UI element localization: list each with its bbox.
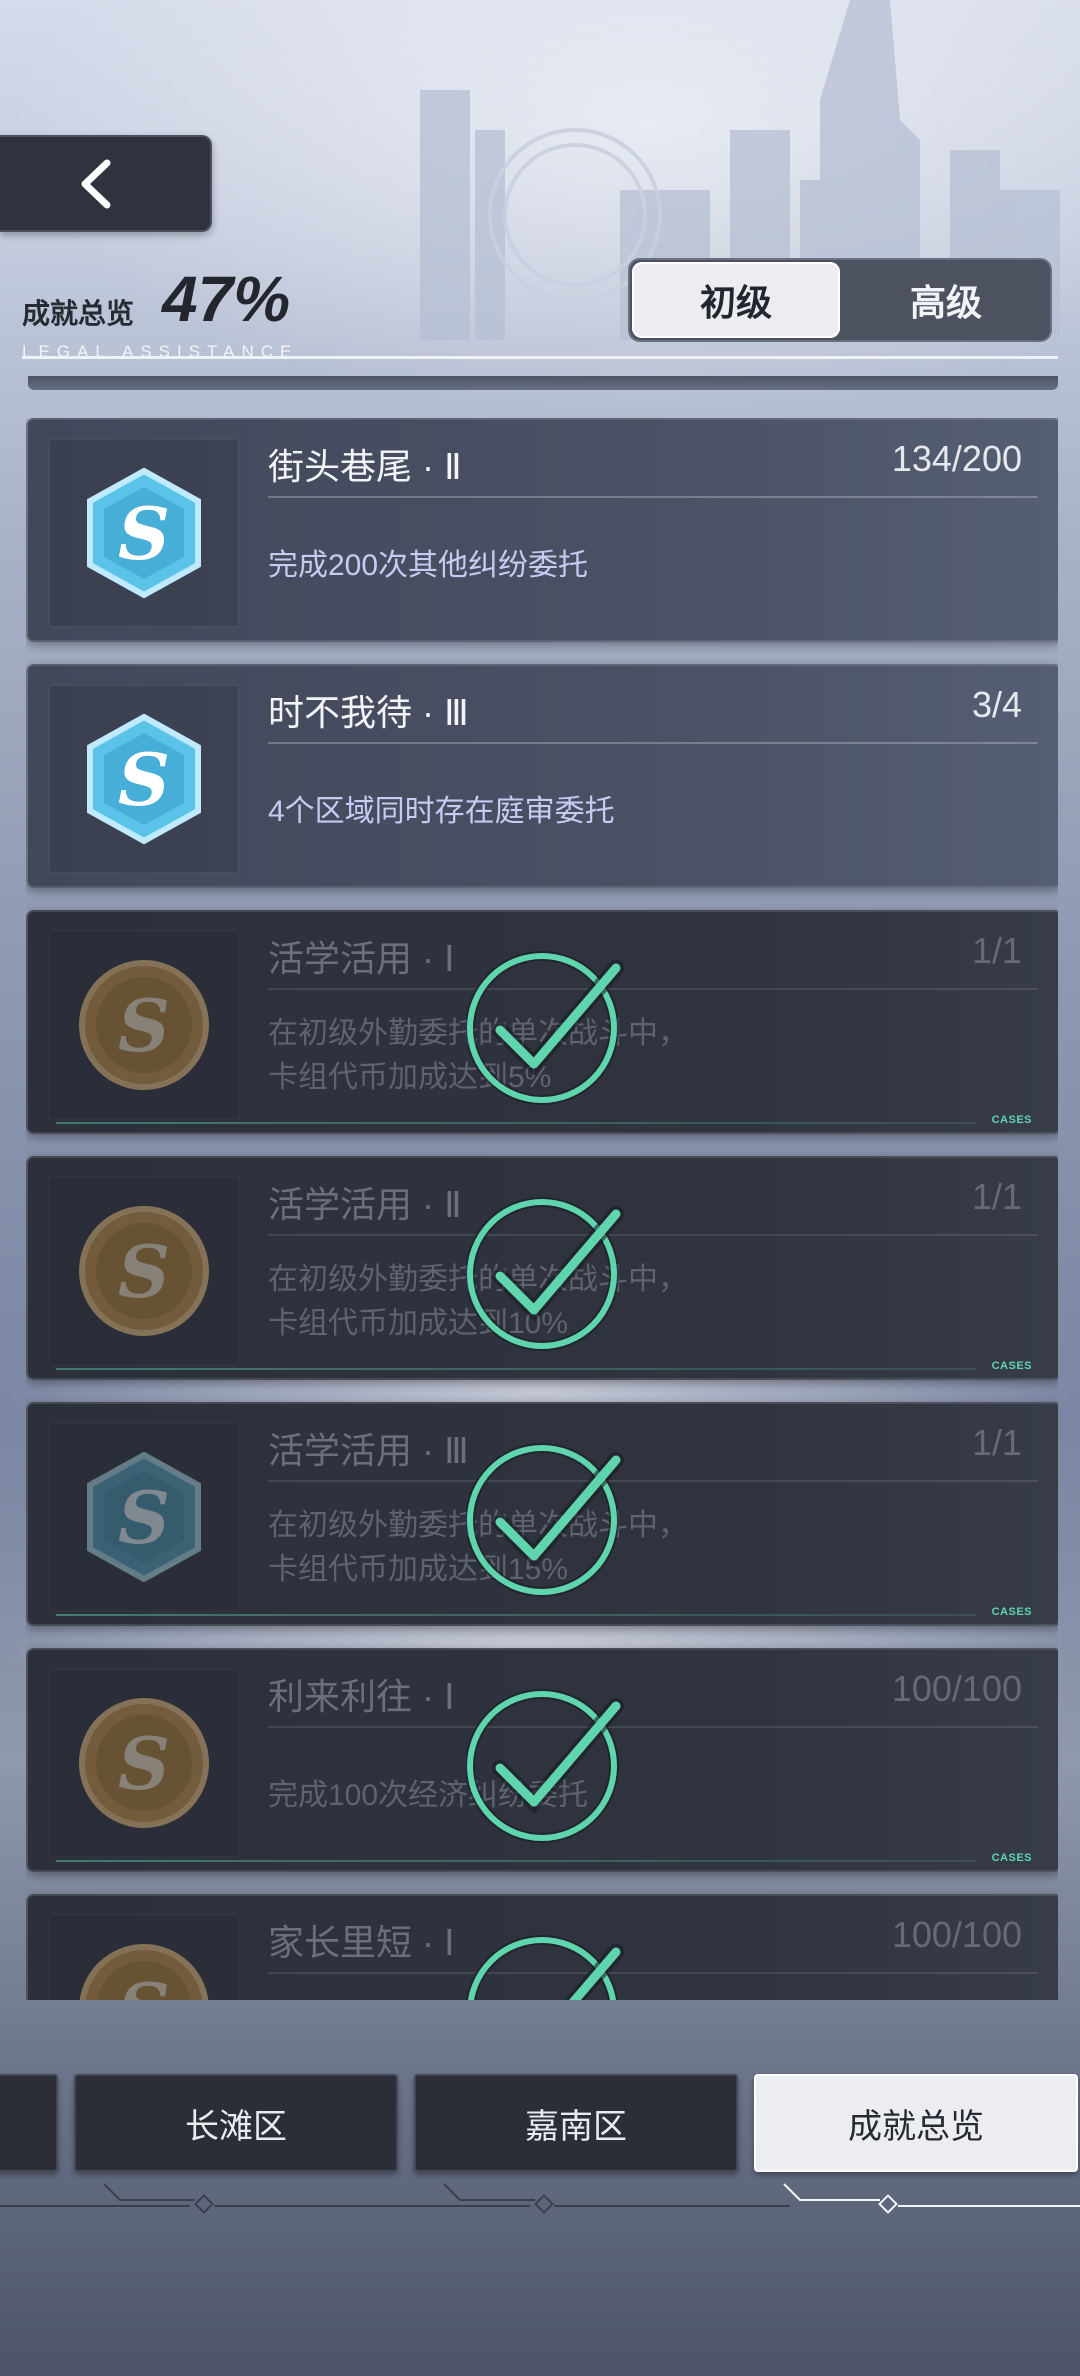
medal-frame: S xyxy=(48,1914,240,2000)
header-divider xyxy=(22,356,1058,359)
achievement-count: 1/1 xyxy=(971,930,1022,971)
card-accent-line xyxy=(56,1122,976,1124)
svg-text:S: S xyxy=(118,983,170,1068)
svg-text:S: S xyxy=(118,1229,170,1314)
achievement-count: 134/200 xyxy=(891,438,1022,479)
chevron-left-icon xyxy=(81,159,111,208)
achievement-card-completed[interactable]: S 利来利往 · Ⅰ 100/100 完成100次经济纠纷委托 CASES xyxy=(26,1648,1058,1872)
card-accent-line xyxy=(56,1860,976,1862)
card-divider xyxy=(268,1480,1038,1482)
svg-text:S: S xyxy=(118,737,170,822)
card-accent-line xyxy=(56,1614,976,1616)
tab-advanced[interactable]: 高级 xyxy=(842,260,1050,340)
card-divider xyxy=(268,742,1038,744)
medal-frame: S xyxy=(48,1422,240,1612)
progress-value: 47% xyxy=(162,263,291,335)
achievement-title: 利来利往 · Ⅰ xyxy=(268,1676,455,1717)
completed-check-icon xyxy=(466,1935,624,2000)
tier-toggle: 初级 高级 xyxy=(628,258,1052,342)
silver-s-medal-icon: S xyxy=(87,1451,201,1583)
completed-check-icon xyxy=(466,1689,624,1843)
silver-s-medal-icon: S xyxy=(87,713,201,845)
achievement-count: 100/100 xyxy=(891,1668,1022,1709)
completed-check-icon xyxy=(466,1197,624,1351)
svg-text:S: S xyxy=(118,1475,170,1560)
achievement-title: 活学活用 · Ⅱ xyxy=(268,1184,462,1225)
card-divider xyxy=(268,1234,1038,1236)
nav-item-achievement-overview[interactable]: 成就总览 xyxy=(754,2074,1078,2172)
cases-tag: CASES xyxy=(991,1360,1032,1372)
achievement-title: 活学活用 · Ⅰ xyxy=(268,938,455,979)
cases-tag: CASES xyxy=(991,1852,1032,1864)
svg-text:S: S xyxy=(118,491,170,576)
achievement-list[interactable]: S 街头巷尾 · Ⅱ 134/200 完成200次其他纠纷委托 S 时不我待 ·… xyxy=(26,418,1058,2000)
achievement-card-completed[interactable]: S 活学活用 · Ⅲ 1/1 在初级外勤委托的单次战斗中， 卡组代币加成达到15… xyxy=(26,1402,1058,1626)
achievement-count: 3/4 xyxy=(971,684,1022,725)
back-button[interactable] xyxy=(0,135,212,232)
medal-frame: S xyxy=(48,930,240,1120)
achievement-title: 街头巷尾 · Ⅱ xyxy=(268,446,462,487)
bronze-s-medal-icon: S xyxy=(79,1944,209,2000)
nav-item-previous[interactable] xyxy=(0,2074,58,2172)
tab-beginner[interactable]: 初级 xyxy=(632,262,840,338)
achievement-card-completed[interactable]: S 活学活用 · Ⅰ 1/1 在初级外勤委托的单次战斗中， 卡组代币加成达到5%… xyxy=(26,910,1058,1134)
cases-tag: CASES xyxy=(991,1114,1032,1126)
card-divider xyxy=(268,988,1038,990)
medal-frame: S xyxy=(48,1668,240,1858)
achievement-card-completed[interactable]: S 活学活用 · Ⅱ 1/1 在初级外勤委托的单次战斗中， 卡组代币加成达到10… xyxy=(26,1156,1058,1380)
bronze-s-medal-icon: S xyxy=(79,960,209,1090)
achievement-card[interactable]: S 时不我待 · Ⅲ 3/4 4个区域同时存在庭审委托 xyxy=(26,664,1058,888)
nav-item-jianan[interactable]: 嘉南区 xyxy=(414,2074,738,2172)
silver-s-medal-icon: S xyxy=(87,467,201,599)
card-divider xyxy=(268,1972,1038,1974)
achievement-count: 100/100 xyxy=(891,1914,1022,1955)
medal-frame: S xyxy=(48,1176,240,1366)
achievement-card[interactable]: S 街头巷尾 · Ⅱ 134/200 完成200次其他纠纷委托 xyxy=(26,418,1058,642)
completed-check-icon xyxy=(466,1443,624,1597)
achievement-title: 活学活用 · Ⅲ xyxy=(268,1430,469,1471)
cases-tag: CASES xyxy=(991,1606,1032,1618)
nav-decoration-line xyxy=(0,2183,1080,2214)
bronze-s-medal-icon: S xyxy=(79,1698,209,1828)
bottom-district-nav: 长滩区 嘉南区 成就总览 xyxy=(0,2074,1080,2184)
svg-text:S: S xyxy=(118,1967,170,2000)
nav-item-changtan[interactable]: 长滩区 xyxy=(74,2074,398,2172)
card-divider xyxy=(268,1726,1038,1728)
medal-frame: S xyxy=(48,438,240,628)
achievement-card-completed[interactable]: S 家长里短 · Ⅰ 100/100 xyxy=(26,1894,1058,2000)
bronze-s-medal-icon: S xyxy=(79,1206,209,1336)
achievement-desc: 完成200次其他纠纷委托 xyxy=(268,549,589,582)
achievement-title: 时不我待 · Ⅲ xyxy=(268,692,469,733)
card-divider xyxy=(268,496,1038,498)
achievement-count: 1/1 xyxy=(971,1422,1022,1463)
achievement-title: 家长里短 · Ⅰ xyxy=(268,1922,455,1963)
medal-frame: S xyxy=(48,684,240,874)
achievement-desc: 4个区域同时存在庭审委托 xyxy=(268,795,615,828)
achievement-count: 1/1 xyxy=(971,1176,1022,1217)
progress-subtitle: LEGAL ASSISTANCE xyxy=(22,342,299,361)
card-accent-line xyxy=(56,1368,976,1370)
list-top-frame xyxy=(28,376,1058,390)
svg-text:S: S xyxy=(118,1721,170,1806)
progress-label: 成就总览 xyxy=(22,298,135,329)
completed-check-icon xyxy=(466,951,624,1105)
